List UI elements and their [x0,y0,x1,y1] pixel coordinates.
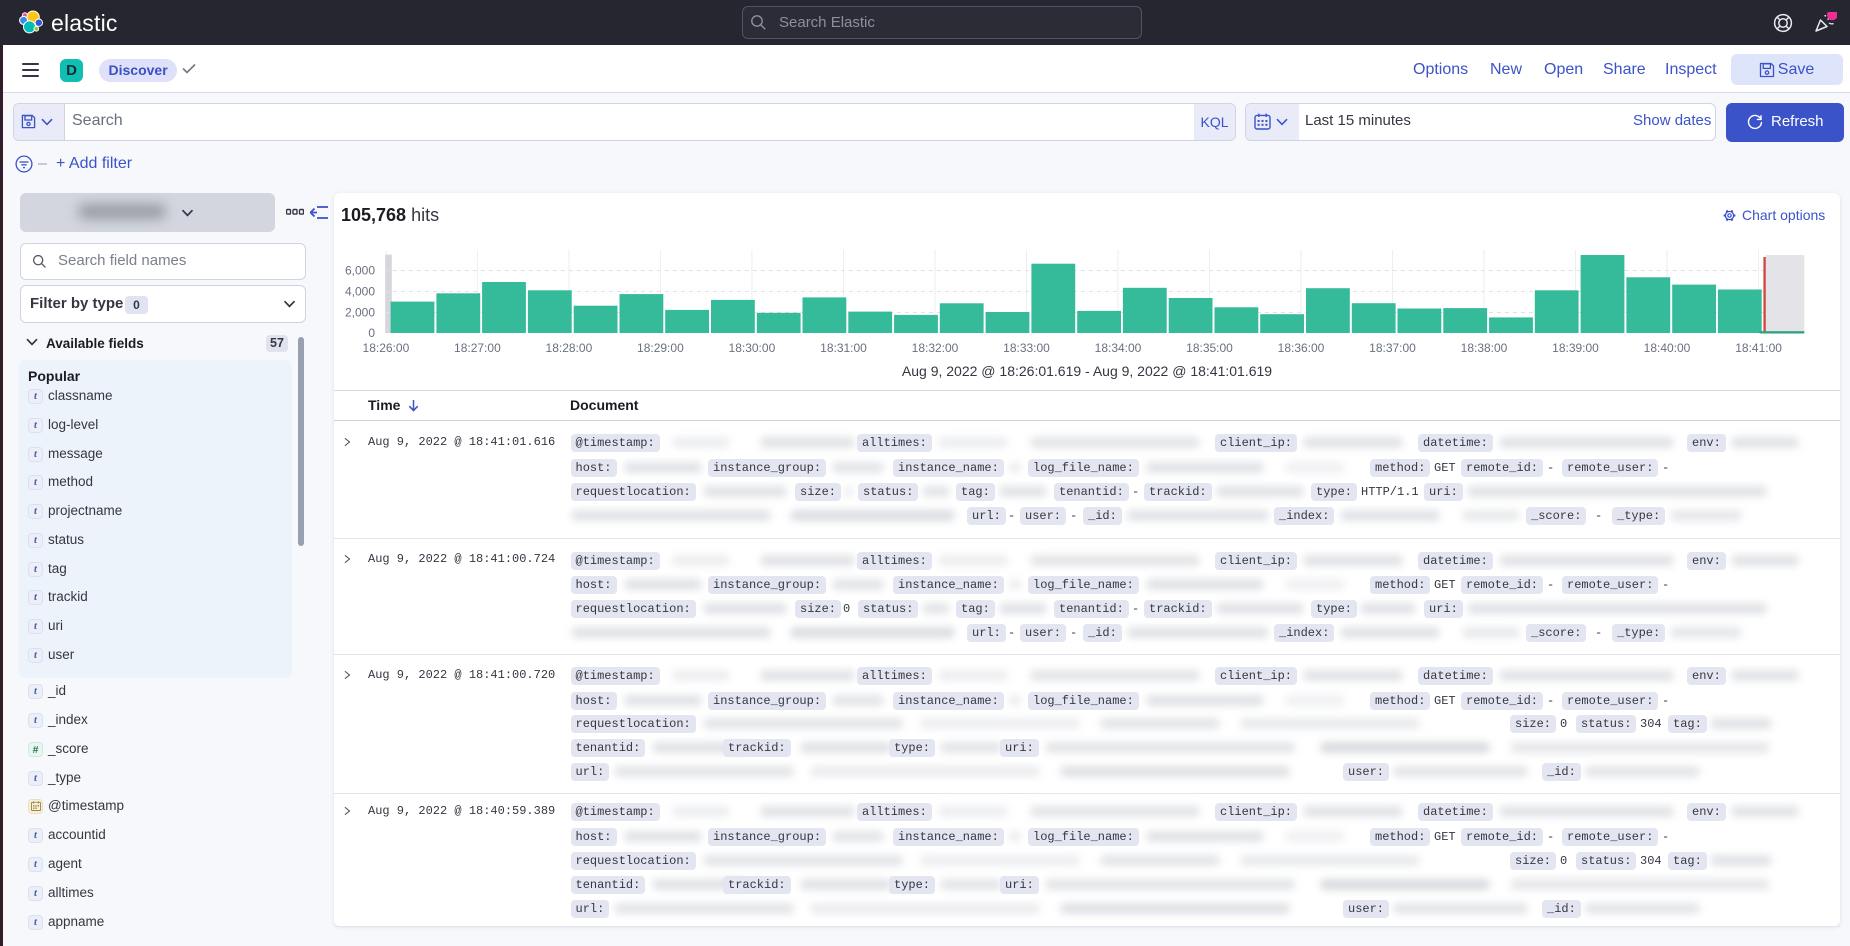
svg-text:18:26:00: 18:26:00 [363,341,410,355]
svg-text:18:27:00: 18:27:00 [454,341,501,355]
svg-text:18:37:00: 18:37:00 [1369,341,1416,355]
svg-text:18:31:00: 18:31:00 [820,341,867,355]
svg-text:18:40:00: 18:40:00 [1644,341,1691,355]
svg-text:18:34:00: 18:34:00 [1095,341,1142,355]
svg-text:0: 0 [368,326,375,340]
svg-text:18:36:00: 18:36:00 [1278,341,1325,355]
svg-text:18:41:00: 18:41:00 [1735,341,1782,355]
svg-text:6,000: 6,000 [345,264,375,278]
svg-text:2,000: 2,000 [345,306,375,320]
svg-text:18:35:00: 18:35:00 [1186,341,1233,355]
svg-text:18:32:00: 18:32:00 [912,341,959,355]
svg-text:18:29:00: 18:29:00 [637,341,684,355]
svg-text:18:30:00: 18:30:00 [729,341,776,355]
svg-text:18:39:00: 18:39:00 [1552,341,1599,355]
svg-text:18:38:00: 18:38:00 [1461,341,1508,355]
svg-text:18:28:00: 18:28:00 [546,341,593,355]
svg-text:18:33:00: 18:33:00 [1003,341,1050,355]
svg-text:4,000: 4,000 [345,285,375,299]
